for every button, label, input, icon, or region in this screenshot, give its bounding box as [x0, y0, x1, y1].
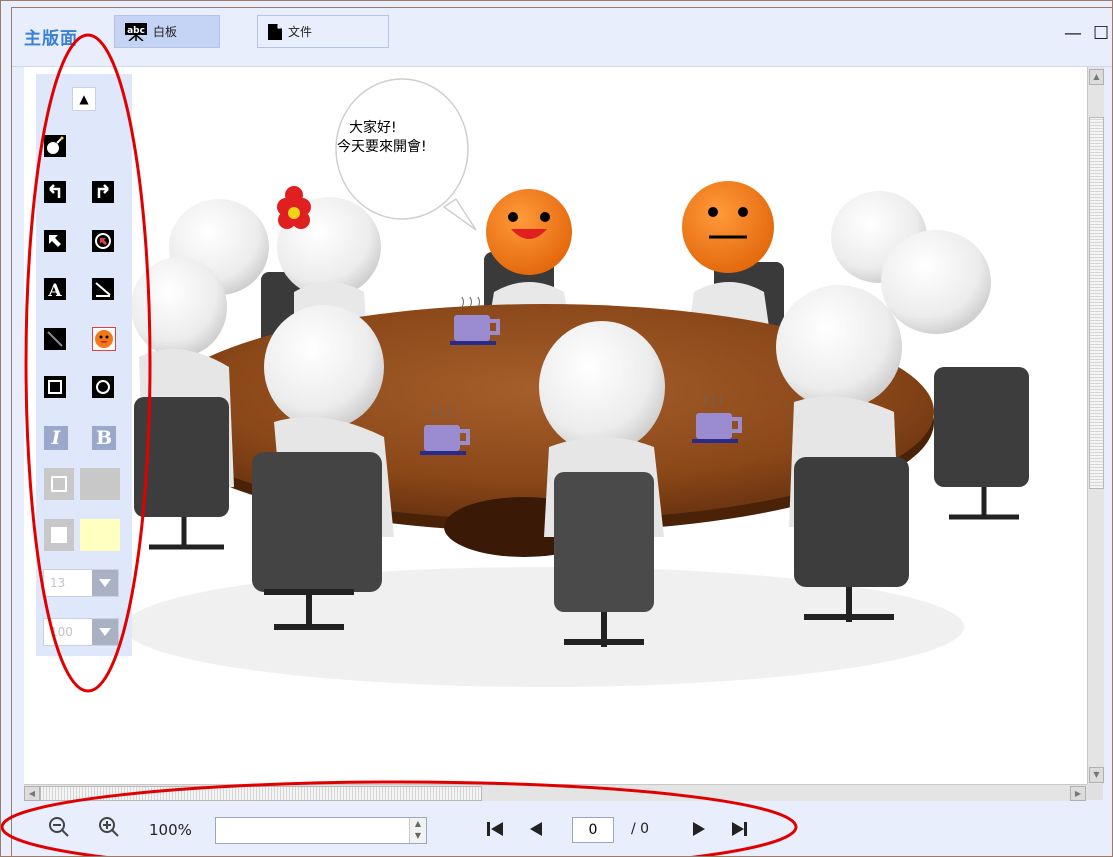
whiteboard-icon: abc — [125, 22, 147, 41]
rectangle-tool-icon[interactable] — [44, 376, 66, 398]
line-color-picker[interactable] — [44, 468, 120, 500]
first-page-icon[interactable] — [484, 819, 508, 843]
vertical-scrollbar[interactable]: ▲ ▼ — [1087, 67, 1104, 784]
last-page-icon[interactable] — [727, 819, 751, 843]
next-page-icon[interactable] — [687, 819, 711, 843]
zoom-level-label: 100% — [149, 821, 192, 839]
fill-color-square-icon — [44, 519, 74, 551]
page-total: / 0 — [631, 821, 649, 837]
collapse-toolbox-button[interactable]: ▲ — [72, 87, 96, 111]
text-tool-icon[interactable]: A — [44, 278, 66, 300]
scroll-down-arrow-icon[interactable]: ▼ — [1089, 767, 1104, 783]
scroll-corner — [1087, 784, 1103, 800]
line-color-swatch — [80, 468, 120, 500]
vertical-scroll-thumb[interactable] — [1089, 117, 1104, 489]
tab-file[interactable]: 文件 — [257, 15, 389, 48]
maximize-button[interactable]: ☐ — [1093, 23, 1109, 44]
opacity-value: 100 — [50, 625, 73, 639]
app-window: 主版面 abc 白板 文件 — ☐ 大家好! 今天要來開會! ▲ ▼ ◀ ▶ ▲… — [0, 0, 1113, 857]
line-tool-icon[interactable] — [92, 278, 114, 300]
select-arrow-icon[interactable] — [44, 230, 66, 252]
pen-tool-icon[interactable] — [44, 328, 66, 350]
page-separator: / — [631, 821, 636, 837]
tab-whiteboard-label: 白板 — [153, 25, 178, 39]
italic-icon[interactable]: I — [44, 426, 68, 450]
main-panel-title[interactable]: 主版面 — [24, 24, 78, 49]
flower-icon — [277, 186, 311, 229]
scroll-right-arrow-icon[interactable]: ▶ — [1070, 786, 1086, 801]
spinner-icon[interactable]: ▲ ▼ — [409, 818, 426, 843]
neutral-orange-head — [682, 181, 774, 273]
font-size-select[interactable]: 13 — [43, 569, 119, 597]
opacity-select[interactable]: 100 — [43, 618, 119, 646]
zoom-out-icon[interactable] — [46, 816, 72, 842]
chevron-down-icon[interactable] — [92, 619, 118, 645]
chevron-down-icon[interactable] — [92, 570, 118, 596]
zoom-in-icon[interactable] — [96, 816, 122, 842]
horizontal-scrollbar[interactable]: ◀ ▶ — [24, 784, 1087, 801]
whiteboard-canvas[interactable]: 大家好! 今天要來開會! — [24, 67, 1087, 784]
zoom-input[interactable]: ▲ ▼ — [215, 817, 427, 844]
clear-bomb-icon[interactable] — [44, 135, 66, 157]
meeting-illustration — [124, 78, 1029, 687]
eraser-select-icon[interactable] — [92, 230, 114, 252]
fill-color-picker[interactable] — [44, 519, 120, 551]
fill-color-swatch — [80, 519, 120, 551]
horizontal-scroll-thumb[interactable] — [40, 786, 482, 801]
page-total-value: 0 — [640, 821, 650, 837]
speech-bubble-line-1: 大家好! — [349, 120, 397, 136]
tab-whiteboard[interactable]: abc 白板 — [114, 15, 220, 48]
current-page-input[interactable]: 0 — [572, 817, 614, 843]
scroll-left-arrow-icon[interactable]: ◀ — [24, 786, 40, 801]
minimize-button[interactable]: — — [1064, 23, 1082, 44]
scroll-up-arrow-icon[interactable]: ▲ — [1089, 69, 1104, 85]
speech-bubble-line-2: 今天要來開會! — [337, 139, 427, 155]
document-icon — [268, 23, 282, 40]
svg-text:A: A — [47, 281, 62, 300]
font-size-value: 13 — [50, 576, 66, 590]
line-color-square-icon — [44, 468, 74, 500]
smiley-stamp-icon[interactable] — [92, 327, 116, 351]
previous-page-icon[interactable] — [524, 819, 548, 843]
ellipse-tool-icon[interactable] — [92, 376, 114, 398]
undo-icon[interactable] — [44, 181, 66, 203]
tab-file-label: 文件 — [288, 25, 313, 39]
bold-icon[interactable]: B — [92, 426, 116, 450]
redo-icon[interactable] — [92, 181, 114, 203]
svg-text:abc: abc — [127, 26, 145, 36]
